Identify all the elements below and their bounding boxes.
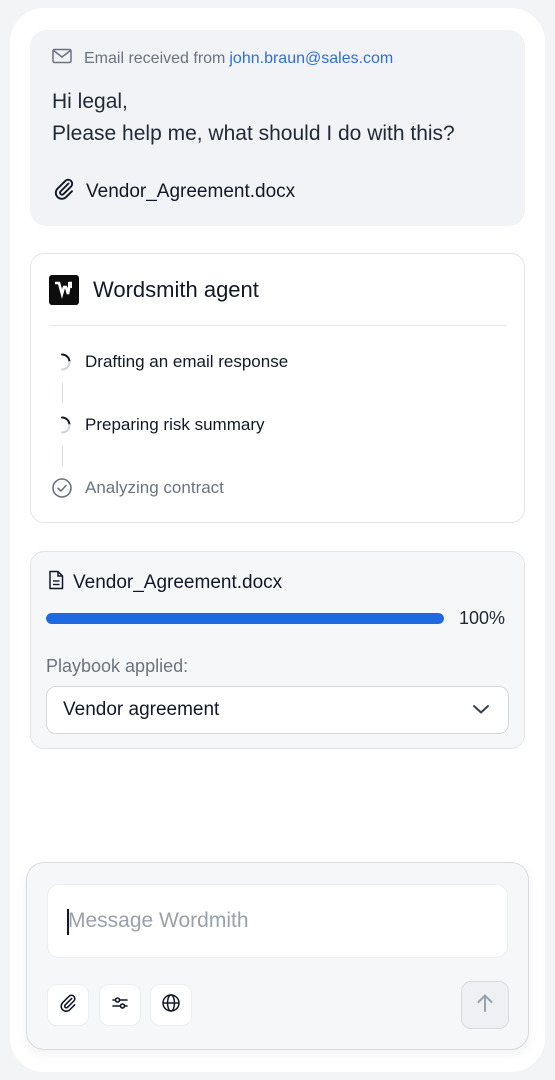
agent-title: Wordsmith agent [93,277,259,302]
step-risk-summary: Preparing risk summary [51,414,265,436]
email-greeting: Hi legal, [52,90,128,113]
step-drafting-email: Drafting an email response [51,351,288,373]
attachment-filename: Vendor_Agreement.docx [86,181,296,202]
document-card: Vendor_Agreement.docx 100% Playbook appl… [30,551,525,749]
document-icon [47,570,73,596]
attachment-link[interactable]: Vendor_Agreement.docx [52,177,295,207]
step-label: Analyzing contract [85,478,224,497]
web-search-button[interactable] [150,984,192,1026]
text-caret [67,909,69,935]
step-analyzing-contract: Analyzing contract [51,477,224,499]
wordsmith-logo [49,275,79,305]
playbook-selected-value: Vendor agreement [63,699,220,720]
paperclip-icon [58,993,78,1018]
settings-button[interactable] [99,984,141,1026]
email-body: Hi legal, Please help me, what should I … [52,86,455,150]
progress-bar [46,613,444,624]
document-header: Vendor_Agreement.docx [47,570,282,596]
playbook-label: Playbook applied: [46,656,189,676]
agent-card: Wordsmith agent Drafting an email respon… [30,253,525,523]
step-connector [62,446,63,466]
send-button[interactable] [461,981,509,1029]
agent-header: Wordsmith agent [49,275,259,305]
email-prefix: Email received from [84,49,226,67]
spinner-icon [51,351,73,373]
spinner-icon [51,414,73,436]
message-composer [26,862,529,1050]
attach-file-button[interactable] [47,984,89,1026]
document-filename: Vendor_Agreement.docx [73,572,283,593]
progress-percent: 100% [459,608,506,628]
paperclip-icon [52,177,86,207]
sender-email-link[interactable]: john.braun@sales.com [229,50,393,68]
globe-icon [161,993,181,1018]
progress-fill [46,613,444,624]
sliders-icon [110,993,130,1018]
divider [49,325,506,326]
email-message: Please help me, what should I do with th… [52,122,455,145]
chevron-down-icon [472,699,490,721]
message-input[interactable] [47,884,508,958]
mail-icon [52,48,84,69]
step-connector [62,383,63,403]
check-circle-icon [51,477,73,499]
arrow-up-icon [474,992,496,1019]
email-card: Email received from john.braun@sales.com… [30,30,525,226]
step-label: Preparing risk summary [85,415,265,434]
playbook-select[interactable]: Vendor agreement [46,686,509,734]
email-header: Email received from john.braun@sales.com [52,48,393,69]
step-label: Drafting an email response [85,352,289,371]
